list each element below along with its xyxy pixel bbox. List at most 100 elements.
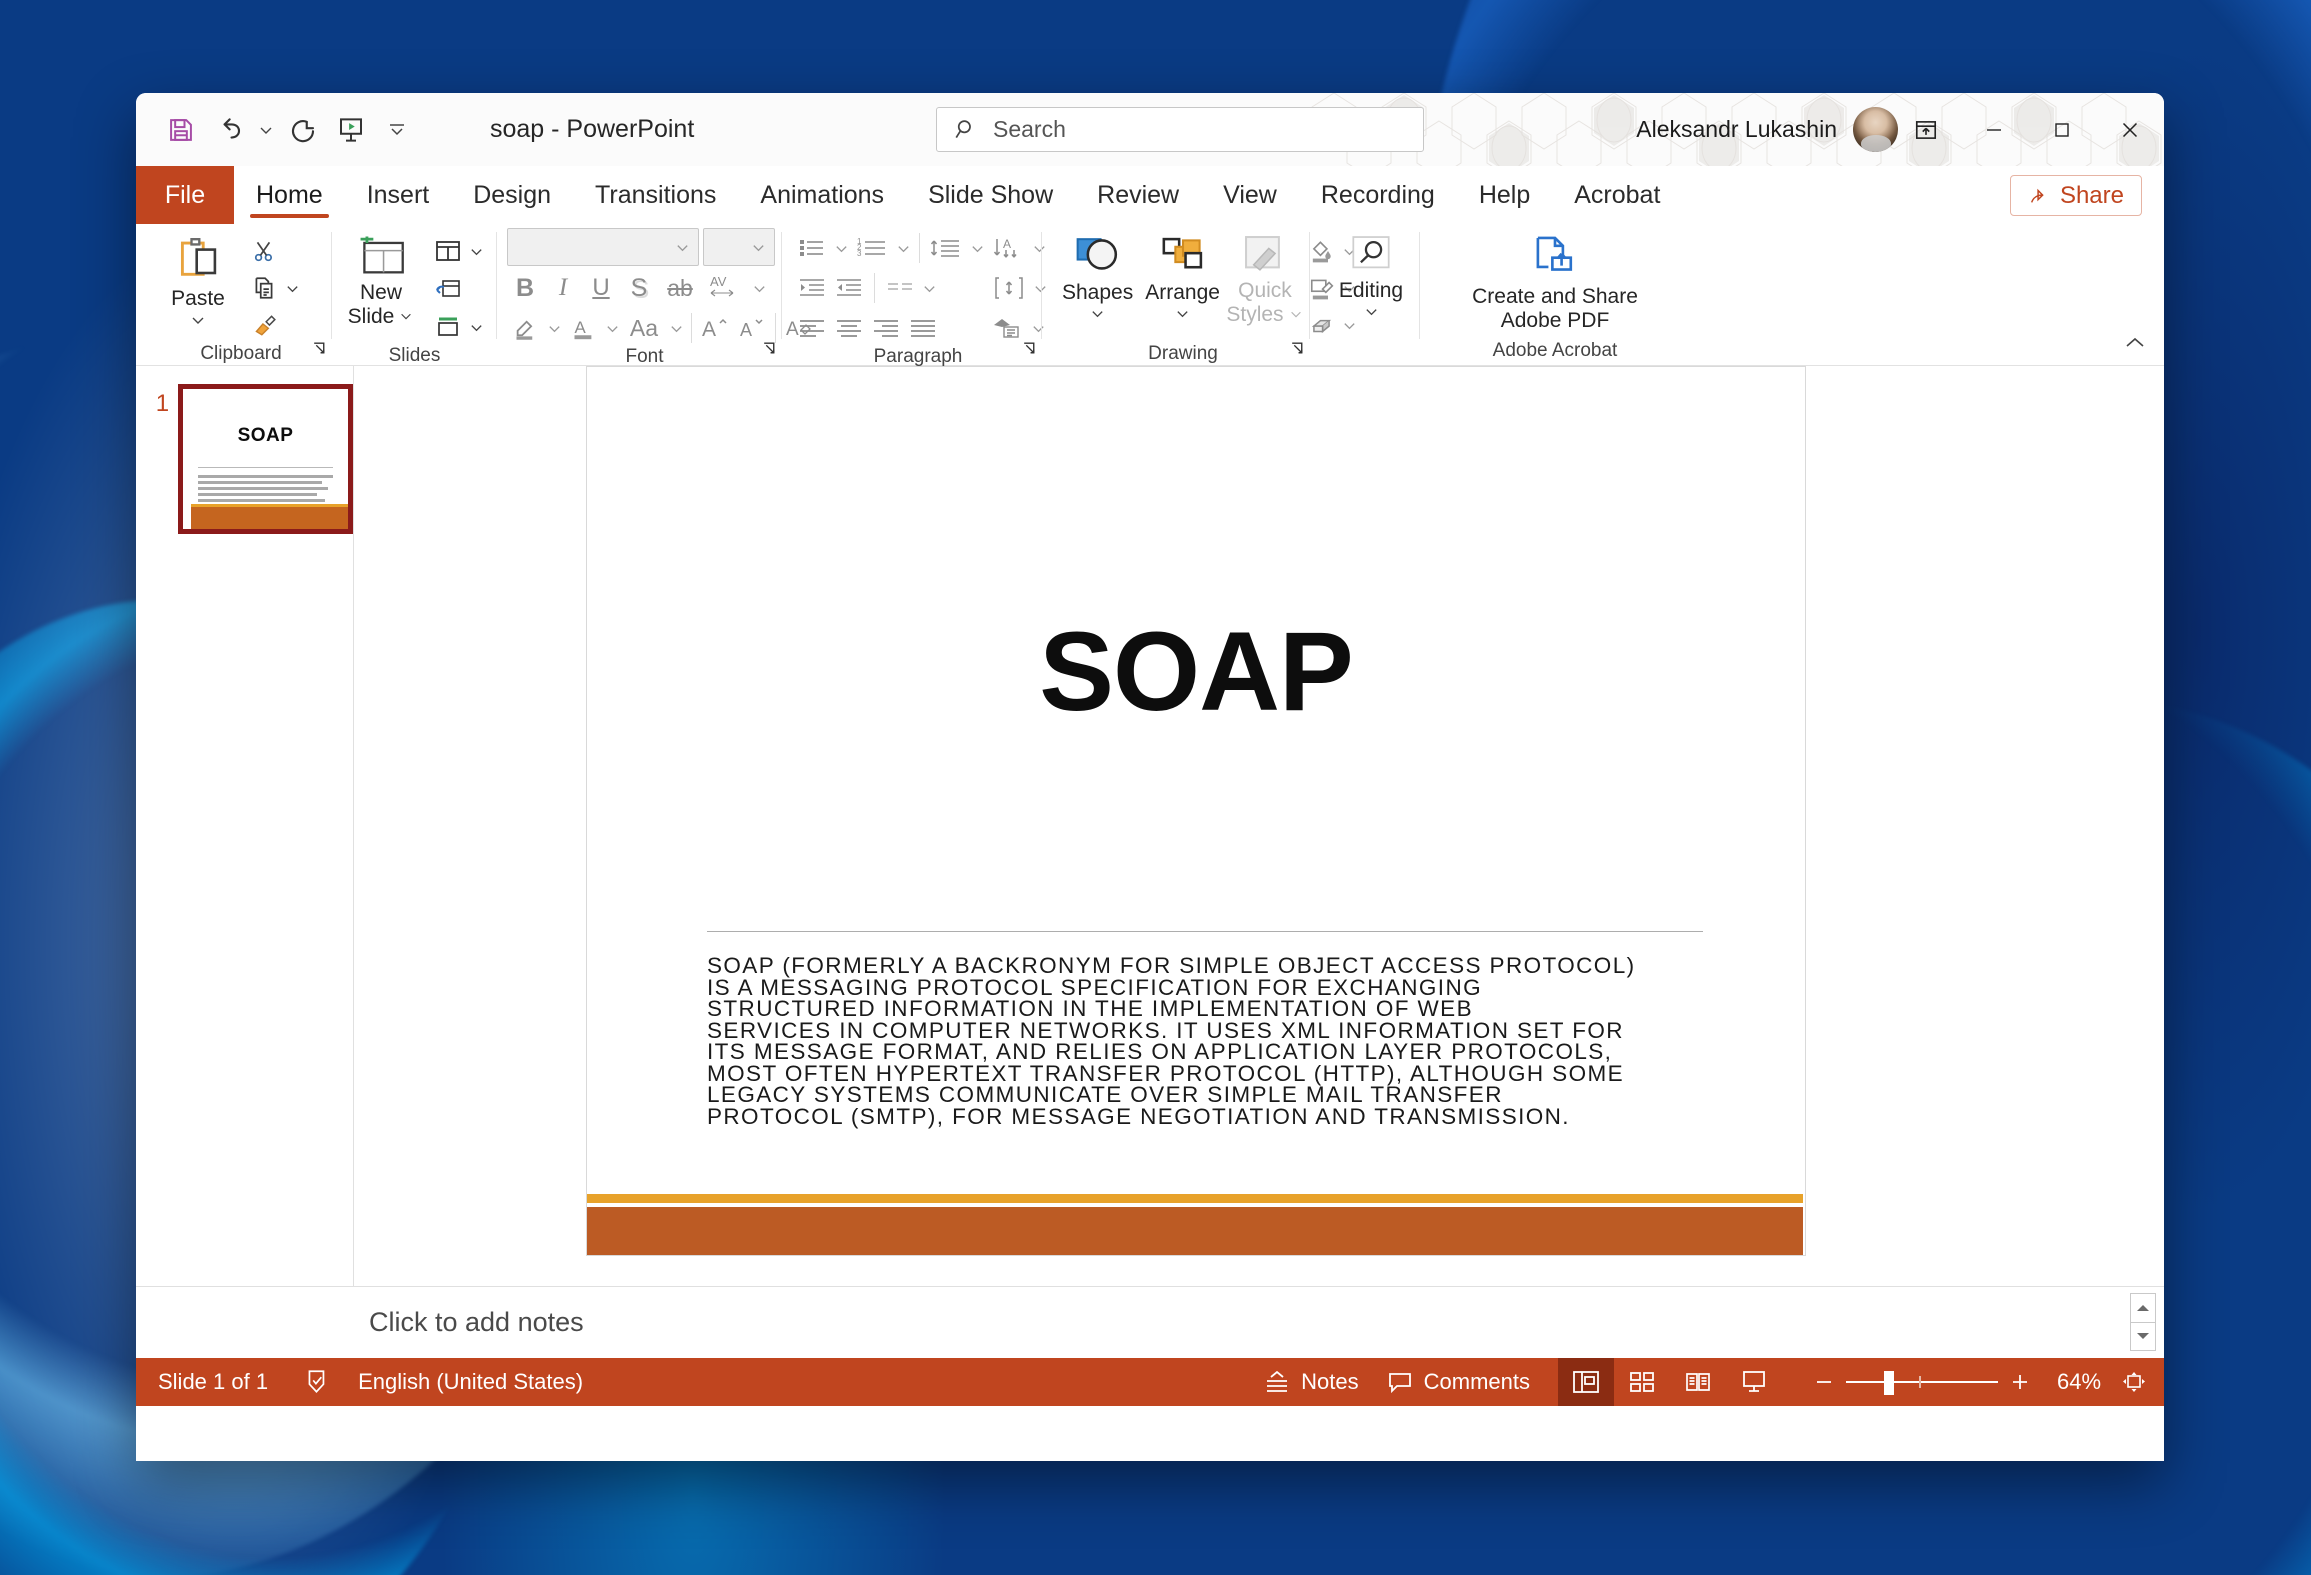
arrange-button[interactable]: Arrange <box>1139 230 1226 325</box>
italic-button[interactable]: I <box>545 270 581 306</box>
text-direction-button[interactable]: A <box>988 230 1028 266</box>
numbering-dropdown-icon[interactable] <box>893 231 913 265</box>
tab-home[interactable]: Home <box>234 166 345 224</box>
quick-styles-dropdown-icon[interactable] <box>1288 307 1304 321</box>
search-input[interactable]: Search <box>936 107 1424 152</box>
change-case-dropdown-icon[interactable] <box>666 311 686 345</box>
slide-indicator[interactable]: Slide 1 of 1 <box>158 1358 282 1406</box>
tab-insert[interactable]: Insert <box>345 166 452 224</box>
reset-button[interactable] <box>430 271 466 307</box>
paragraph-dialog-launcher[interactable] <box>1021 340 1038 362</box>
tab-animations[interactable]: Animations <box>738 166 906 224</box>
text-shadow-button[interactable]: S <box>621 270 657 306</box>
align-center-button[interactable] <box>831 310 867 346</box>
layout-button[interactable] <box>430 233 466 269</box>
tab-design[interactable]: Design <box>451 166 573 224</box>
save-icon[interactable] <box>158 108 204 152</box>
font-color-dropdown-icon[interactable] <box>602 311 622 345</box>
notes-scroll-spinner[interactable] <box>2130 1293 2156 1351</box>
drawing-dialog-launcher[interactable] <box>1289 340 1306 362</box>
start-from-beginning-icon[interactable] <box>328 108 374 152</box>
comments-button[interactable]: Comments <box>1373 1358 1544 1406</box>
zoom-slider-knob[interactable] <box>1884 1371 1894 1395</box>
spellcheck-button[interactable] <box>282 1358 344 1406</box>
reading-view-button[interactable] <box>1670 1358 1726 1406</box>
slide-body-text[interactable]: SOAP (FORMERLY A BACKRONYM FOR SIMPLE OB… <box>707 955 1713 1127</box>
slide-canvas[interactable]: SOAP SOAP (FORMERLY A BACKRONYM FOR SIMP… <box>586 366 1806 1256</box>
arrange-dropdown-icon[interactable] <box>1174 306 1191 321</box>
normal-view-button[interactable] <box>1558 1358 1614 1406</box>
align-text-button[interactable] <box>989 270 1029 306</box>
section-button[interactable] <box>430 309 466 345</box>
tab-help[interactable]: Help <box>1457 166 1552 224</box>
ribbon-display-options-icon[interactable] <box>1892 93 1960 166</box>
text-highlight-dropdown-icon[interactable] <box>544 311 564 345</box>
columns-button[interactable] <box>882 270 918 306</box>
align-left-button[interactable] <box>794 310 830 346</box>
font-name-box[interactable] <box>507 228 699 266</box>
decrease-indent-button[interactable] <box>794 270 830 306</box>
tab-file[interactable]: File <box>136 166 234 224</box>
underline-button[interactable]: U <box>583 270 619 306</box>
font-size-dropdown-icon[interactable] <box>751 240 766 255</box>
bullets-button[interactable] <box>794 230 830 266</box>
shapes-button[interactable]: Shapes <box>1056 230 1139 325</box>
character-spacing-dropdown-icon[interactable] <box>749 271 769 305</box>
undo-icon[interactable] <box>206 108 252 152</box>
slide-thumbnail-1[interactable]: 1 SOAP <box>136 384 353 534</box>
strikethrough-button[interactable]: ab <box>659 270 701 306</box>
undo-dropdown-icon[interactable] <box>254 108 278 152</box>
align-right-button[interactable] <box>868 310 904 346</box>
tab-slide-show[interactable]: Slide Show <box>906 166 1075 224</box>
zoom-out-button[interactable] <box>1802 1358 1846 1406</box>
create-and-share-adobe-pdf-button[interactable]: Create and Share Adobe PDF <box>1440 230 1670 336</box>
columns-dropdown-icon[interactable] <box>919 271 939 305</box>
account-button[interactable]: Aleksandr Lukashin <box>1636 93 1898 166</box>
notes-button[interactable]: Notes <box>1250 1358 1372 1406</box>
quick-styles-button[interactable]: Quick Styles <box>1226 230 1304 330</box>
change-case-button[interactable]: Aa <box>623 310 665 346</box>
section-dropdown-icon[interactable] <box>466 310 486 344</box>
tab-recording[interactable]: Recording <box>1299 166 1457 224</box>
paste-dropdown-icon[interactable] <box>189 312 207 328</box>
slide-sorter-view-button[interactable] <box>1614 1358 1670 1406</box>
language-indicator[interactable]: English (United States) <box>344 1358 597 1406</box>
font-color-button[interactable]: A <box>565 310 601 346</box>
font-size-box[interactable] <box>703 228 775 266</box>
paste-button[interactable]: Paste <box>150 230 246 332</box>
new-slide-button[interactable]: New Slide <box>332 230 430 332</box>
justify-button[interactable] <box>905 310 941 346</box>
text-highlight-button[interactable] <box>507 310 543 346</box>
zoom-in-button[interactable] <box>1998 1358 2042 1406</box>
maximize-button[interactable] <box>2028 93 2096 166</box>
line-spacing-dropdown-icon[interactable] <box>967 231 987 265</box>
editing-button[interactable]: Editing <box>1327 230 1415 323</box>
collapse-ribbon-button[interactable] <box>2122 332 2148 359</box>
zoom-percent[interactable]: 64% <box>2042 1369 2116 1395</box>
cut-button[interactable] <box>246 233 282 269</box>
fit-slide-to-window-button[interactable] <box>2116 1358 2164 1406</box>
shapes-dropdown-icon[interactable] <box>1089 306 1106 321</box>
tab-transitions[interactable]: Transitions <box>573 166 738 224</box>
notes-placeholder[interactable]: Click to add notes <box>354 1307 584 1338</box>
copy-button[interactable] <box>246 270 282 306</box>
layout-dropdown-icon[interactable] <box>466 234 486 268</box>
increase-font-size-button[interactable]: A <box>697 310 733 346</box>
tab-view[interactable]: View <box>1201 166 1299 224</box>
increase-indent-button[interactable] <box>831 270 867 306</box>
editing-dropdown-icon[interactable] <box>1363 304 1380 319</box>
slide-thumbnail-preview[interactable]: SOAP <box>178 384 353 534</box>
redo-icon[interactable] <box>280 108 326 152</box>
bullets-dropdown-icon[interactable] <box>831 231 851 265</box>
format-painter-button[interactable] <box>246 307 282 343</box>
zoom-slider[interactable] <box>1846 1358 1998 1406</box>
character-spacing-button[interactable]: AV <box>703 270 747 306</box>
clipboard-dialog-launcher[interactable] <box>311 340 328 362</box>
new-slide-dropdown-icon[interactable] <box>398 309 414 323</box>
copy-dropdown-icon[interactable] <box>282 271 302 305</box>
share-button[interactable]: Share <box>2010 175 2142 216</box>
tab-review[interactable]: Review <box>1075 166 1201 224</box>
slide-title[interactable]: SOAP <box>587 607 1805 736</box>
line-spacing-button[interactable] <box>926 230 966 266</box>
tab-acrobat[interactable]: Acrobat <box>1552 166 1682 224</box>
